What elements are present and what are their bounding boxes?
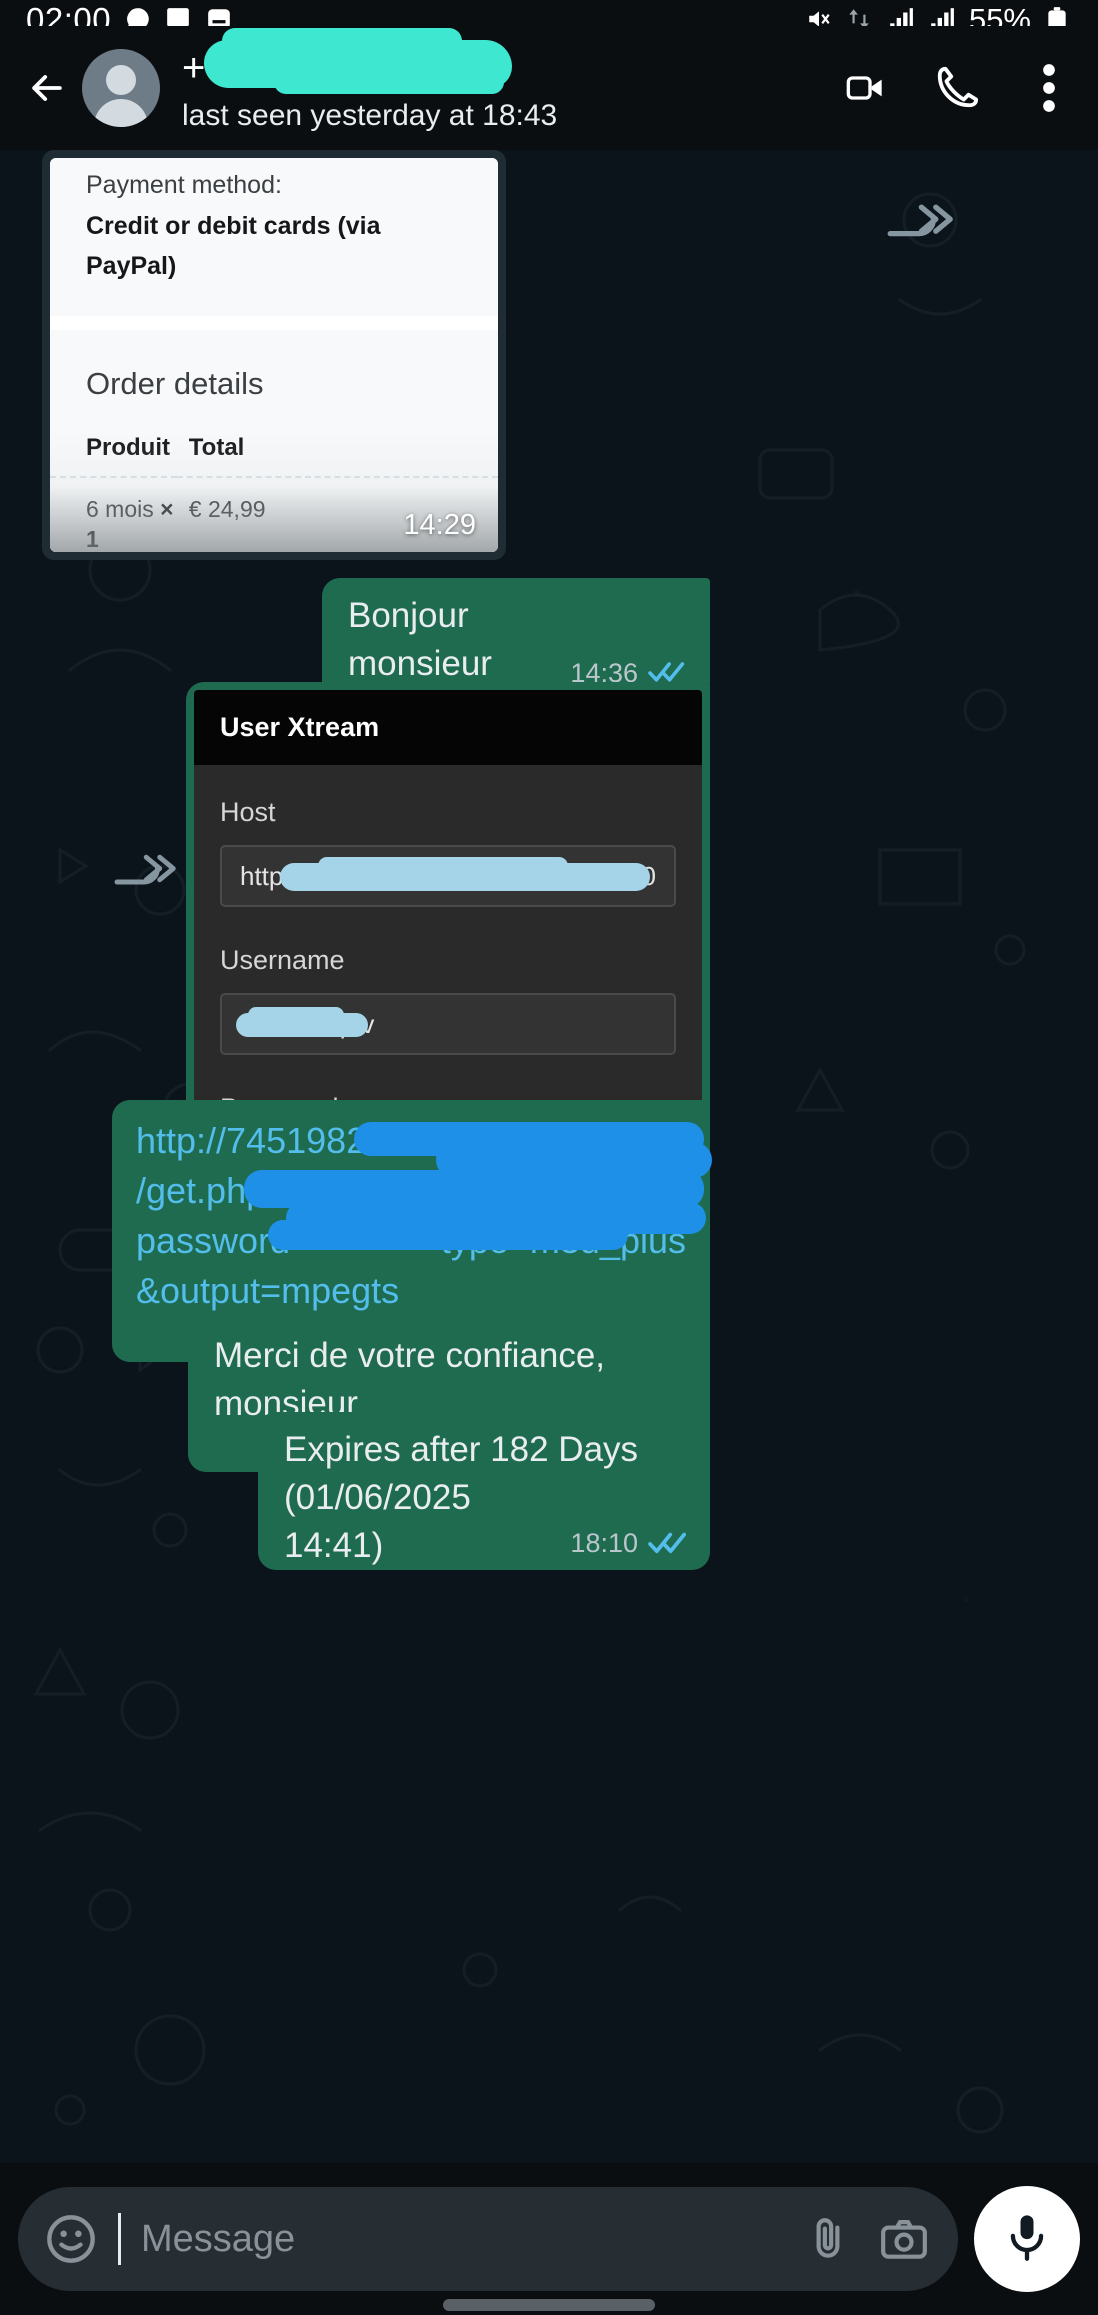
- battery-percent: 55%: [968, 2, 1031, 26]
- link-line-1-prefix: http://745198: [136, 1120, 347, 1161]
- cell-product: 6 mois × 1: [50, 476, 177, 552]
- data-transfer-icon: [846, 6, 874, 26]
- username-input[interactable]: iptv: [220, 993, 676, 1055]
- screenshot-icon: [206, 6, 234, 26]
- message-timestamp: 18:10: [570, 1528, 638, 1558]
- table-header-row: Produit Total: [50, 402, 498, 477]
- signal-icon-2: [928, 6, 956, 26]
- status-bar-left: 02:00: [26, 0, 234, 26]
- message-composer: Message: [0, 2163, 1098, 2315]
- username-redaction-2: [248, 1007, 344, 1023]
- forwarded-double-arrow-icon: [108, 850, 180, 901]
- message-icon: [165, 6, 193, 26]
- status-bar-right: 55%: [805, 0, 1072, 26]
- voice-record-button[interactable]: [974, 2186, 1080, 2292]
- voice-call-icon[interactable]: [930, 61, 984, 115]
- battery-icon: [1044, 6, 1072, 26]
- host-redaction-2: [318, 857, 568, 875]
- order-invoice-message[interactable]: Payment method: Credit or debit cards (v…: [42, 150, 506, 560]
- column-header-product: Produit: [86, 434, 170, 461]
- section-gap: [50, 316, 498, 330]
- status-clock: 02:00: [26, 1, 112, 26]
- message-text: Bonjour monsieur: [348, 596, 492, 683]
- last-seen-status: last seen yesterday at 18:43: [182, 99, 558, 132]
- overflow-menu-icon[interactable]: [1022, 61, 1076, 115]
- navigation-bar-handle[interactable]: [443, 2299, 655, 2311]
- payment-method-label: Payment method:: [86, 171, 282, 199]
- order-details-title: Order details: [50, 330, 498, 402]
- message-input[interactable]: Message: [141, 2217, 780, 2261]
- whatsapp-icon: [124, 6, 152, 26]
- order-invoice-image: Payment method: Credit or debit cards (v…: [50, 158, 498, 552]
- payment-method-block: Payment method: Credit or debit cards (v…: [50, 158, 498, 316]
- xtream-title: User Xtream: [220, 712, 380, 742]
- back-button[interactable]: [14, 55, 80, 121]
- host-input[interactable]: http:/ om:8080: [220, 845, 676, 907]
- whatsapp-chat-screen: 02:00 55% + last seen yesterday at 18:43…: [0, 0, 1098, 2315]
- microphone-icon: [1001, 2208, 1053, 2271]
- payment-method-value: Credit or debit cards (via PayPal): [86, 212, 381, 280]
- emoji-smiley-icon[interactable]: [44, 2212, 98, 2266]
- message-timestamp: 14:29: [403, 509, 476, 541]
- camera-icon[interactable]: [876, 2211, 932, 2267]
- video-call-icon[interactable]: [838, 61, 892, 115]
- status-bar: 02:00 55%: [0, 0, 1098, 26]
- host-label: Host: [220, 797, 276, 827]
- header-text-block[interactable]: + last seen yesterday at 18:43: [182, 28, 828, 134]
- header-actions: [838, 61, 1076, 115]
- phone-prefix: +: [182, 46, 206, 90]
- link-line-4: &output=mpegts: [136, 1270, 400, 1311]
- text-cursor: [118, 2213, 121, 2265]
- outgoing-message-bubble[interactable]: Expires after 182 Days (01/06/2025 14:41…: [258, 1412, 710, 1570]
- paperclip-icon[interactable]: [800, 2211, 856, 2267]
- messages-container: Payment method: Credit or debit cards (v…: [0, 150, 1098, 2163]
- phone-number-redaction: [204, 28, 512, 94]
- link-redaction-5: [268, 1220, 628, 1250]
- contact-name[interactable]: +: [182, 28, 828, 94]
- avatar[interactable]: [82, 49, 160, 127]
- mute-icon: [805, 6, 833, 26]
- column-header-total: Total: [188, 434, 245, 461]
- message-link-text[interactable]: http://7451982om:8080 /get.php password=…: [136, 1116, 712, 1316]
- signal-icon: [887, 6, 915, 26]
- username-label: Username: [220, 945, 345, 975]
- xtream-card-header: User Xtream: [194, 690, 702, 765]
- message-input-container[interactable]: Message: [18, 2187, 958, 2291]
- message-text-line-1: Expires after 182 Days: [284, 1430, 639, 1469]
- product-name: 6 mois: [86, 496, 154, 522]
- read-double-check-icon: [648, 1530, 688, 1556]
- forwarded-double-arrow-icon: [880, 200, 958, 253]
- message-list[interactable]: Payment method: Credit or debit cards (v…: [0, 150, 1098, 2163]
- chat-header: + last seen yesterday at 18:43: [0, 26, 1098, 150]
